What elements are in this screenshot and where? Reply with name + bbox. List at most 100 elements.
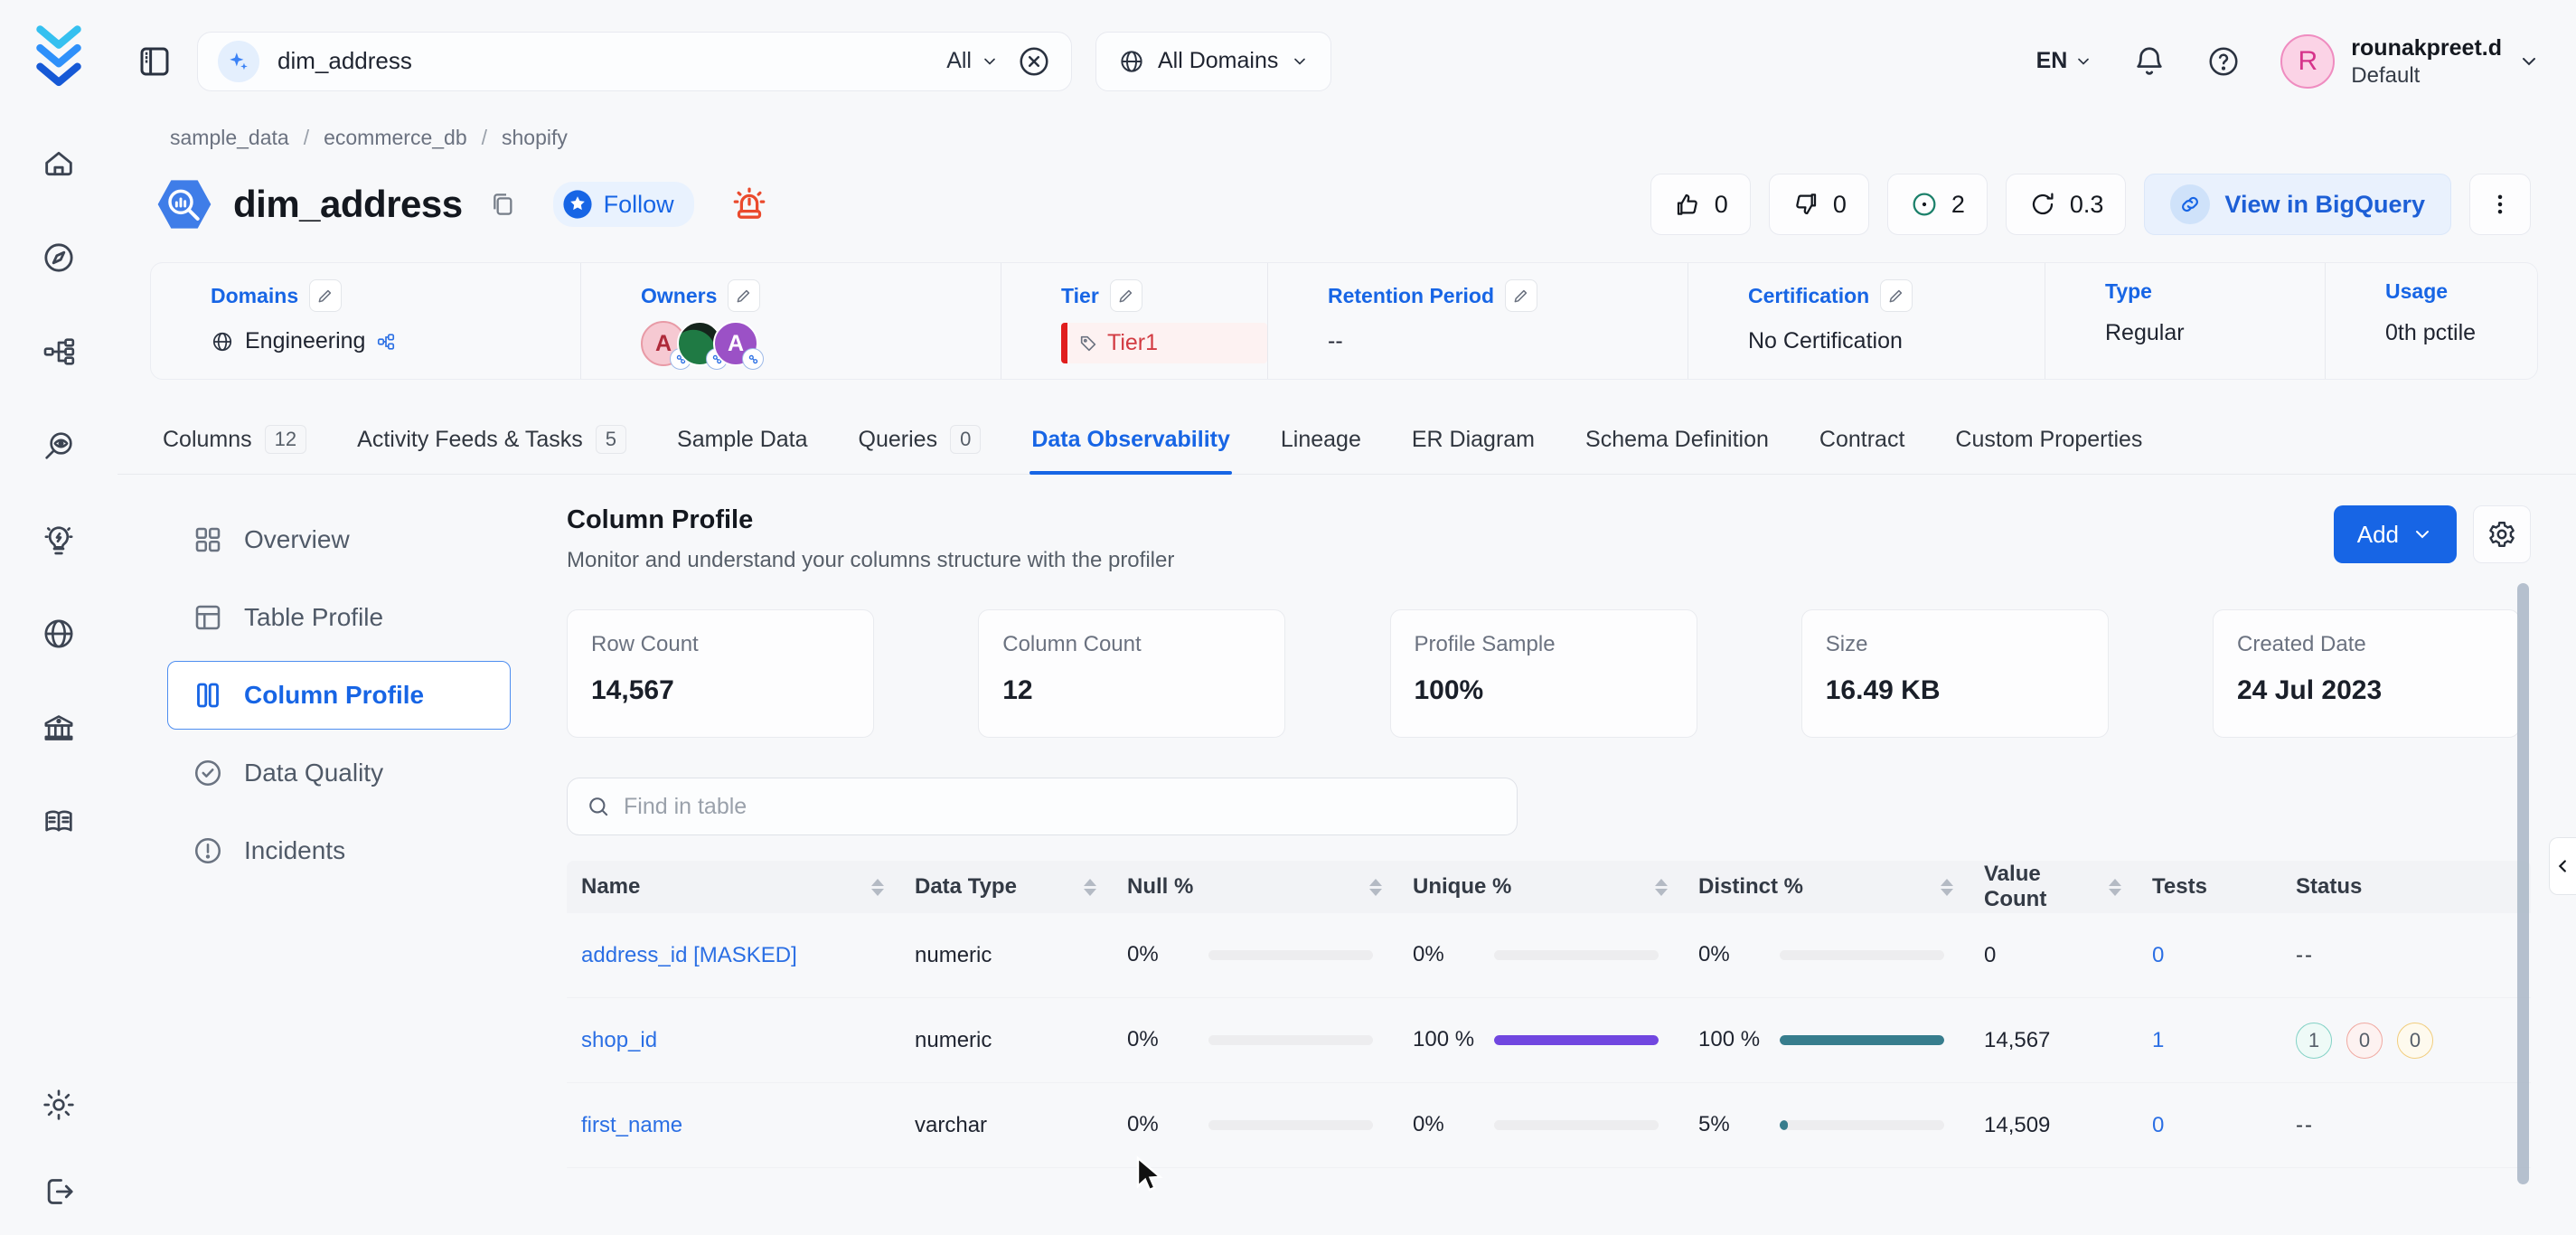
retention-value: --	[1328, 328, 1343, 354]
columns-icon	[192, 679, 224, 712]
watch-count-button[interactable]: 2	[1887, 174, 1988, 235]
metadata-usage: Usage 0th pctile	[2325, 263, 2537, 379]
owner-avatar[interactable]: A	[713, 321, 758, 366]
edit-domains-button[interactable]	[309, 279, 342, 312]
column-name-link[interactable]: first_name	[567, 1113, 907, 1138]
distinct-pct-value: 100 %	[1698, 1025, 1765, 1054]
user-menu[interactable]: R rounakpreet.d Default	[2280, 33, 2540, 89]
entity-metadata-bar: Domains Engineering Owners A	[150, 262, 2538, 380]
distinct-pct-bar	[1780, 950, 1944, 960]
tab-queries[interactable]: Queries0	[857, 420, 983, 474]
tab-lineage[interactable]: Lineage	[1279, 420, 1363, 474]
app-logo-icon[interactable]	[29, 20, 89, 100]
copy-name-icon[interactable]	[488, 190, 517, 219]
language-dropdown[interactable]: EN	[2036, 48, 2093, 74]
search-scope-dropdown[interactable]: All	[946, 48, 999, 74]
chevron-down-icon	[2411, 523, 2433, 545]
metadata-retention: Retention Period --	[1267, 263, 1688, 379]
tab-contract[interactable]: Contract	[1818, 420, 1906, 474]
subnav-overview[interactable]: Overview	[167, 505, 511, 574]
tab-custom-properties[interactable]: Custom Properties	[1953, 420, 2144, 474]
domain-value[interactable]: Engineering	[245, 328, 365, 354]
col-header-unique[interactable]: Unique %	[1406, 874, 1691, 900]
profiler-settings-button[interactable]	[2473, 505, 2531, 563]
thumbs-up-icon	[1673, 190, 1702, 219]
table-row: address_id [MASKED] numeric 0% 0% 0% 0 0…	[567, 913, 2531, 998]
settings-gear-icon[interactable]	[41, 1087, 77, 1123]
breadcrumb-schema[interactable]: shopify	[502, 126, 568, 150]
edit-retention-button[interactable]	[1505, 279, 1537, 312]
edit-tier-button[interactable]	[1110, 279, 1142, 312]
lineage-icon[interactable]	[41, 334, 77, 370]
breadcrumb-database[interactable]: ecommerce_db	[324, 126, 467, 150]
col-header-name[interactable]: Name	[567, 874, 907, 900]
unique-pct-bar	[1494, 1120, 1659, 1130]
alert-siren-icon[interactable]	[729, 184, 770, 225]
usage-label: Usage	[2385, 279, 2448, 304]
breadcrumb-service[interactable]: sample_data	[170, 126, 289, 150]
subnav-table-profile[interactable]: Table Profile	[167, 583, 511, 652]
tests-link[interactable]: 0	[2145, 943, 2289, 968]
metadata-domains: Domains Engineering	[151, 263, 580, 379]
certification-value: No Certification	[1748, 328, 1903, 354]
insights-icon[interactable]	[41, 522, 77, 558]
tab-columns[interactable]: Columns12	[161, 420, 308, 474]
quality-score-button[interactable]: 0.3	[2006, 174, 2127, 235]
subnav-incidents[interactable]: Incidents	[167, 816, 511, 885]
tab-er-diagram[interactable]: ER Diagram	[1410, 420, 1537, 474]
tab-data-observability[interactable]: Data Observability	[1029, 420, 1232, 474]
upvote-button[interactable]: 0	[1650, 174, 1751, 235]
search-input[interactable]	[277, 47, 928, 75]
null-pct-bar	[1208, 1035, 1373, 1045]
col-header-distinct[interactable]: Distinct %	[1691, 874, 1977, 900]
view-in-bigquery-button[interactable]: View in BigQuery	[2144, 174, 2451, 235]
pencil-icon	[316, 287, 334, 305]
column-profile-table: Name Data Type Null % Unique % Distinct …	[567, 861, 2531, 1168]
null-pct-value: 0%	[1127, 1110, 1194, 1139]
gear-icon	[2487, 519, 2517, 550]
find-in-table-search[interactable]	[567, 778, 1518, 835]
notifications-bell-icon[interactable]	[2132, 44, 2167, 79]
find-in-table-input[interactable]	[624, 794, 1499, 820]
domains-globe-icon[interactable]	[41, 616, 77, 652]
all-domains-dropdown[interactable]: All Domains	[1095, 32, 1331, 91]
tier-badge[interactable]: Tier1	[1061, 323, 1267, 363]
col-header-value-count[interactable]: Value Count	[1977, 862, 2145, 912]
tab-sample-data[interactable]: Sample Data	[675, 420, 810, 474]
add-button[interactable]: Add	[2334, 505, 2457, 563]
help-icon[interactable]	[2206, 44, 2241, 79]
subnav-data-quality[interactable]: Data Quality	[167, 739, 511, 807]
logout-icon[interactable]	[41, 1174, 77, 1210]
value-count: 14,509	[1977, 1113, 2145, 1138]
tests-link[interactable]: 0	[2145, 1113, 2289, 1138]
globe-icon	[1118, 48, 1145, 75]
clear-search-icon[interactable]	[1017, 44, 1051, 79]
tab-schema-definition[interactable]: Schema Definition	[1584, 420, 1771, 474]
observability-icon[interactable]	[41, 428, 77, 464]
metadata-tier: Tier Tier1	[1001, 263, 1267, 379]
star-icon	[562, 189, 593, 220]
home-icon[interactable]	[41, 146, 77, 182]
glossary-book-icon[interactable]	[41, 804, 77, 840]
downvote-button[interactable]: 0	[1769, 174, 1869, 235]
vertical-scrollbar[interactable]	[2517, 583, 2529, 1184]
subnav-column-profile[interactable]: Column Profile	[167, 661, 511, 730]
edit-certification-button[interactable]	[1880, 279, 1913, 312]
column-name-link[interactable]: shop_id	[567, 1028, 907, 1053]
pencil-icon	[1117, 287, 1135, 305]
edit-owners-button[interactable]	[728, 279, 760, 312]
tests-link[interactable]: 1	[2145, 1028, 2289, 1053]
follow-button[interactable]: Follow	[553, 182, 694, 227]
sidebar-toggle-icon[interactable]	[136, 42, 174, 80]
column-name-link[interactable]: address_id [MASKED]	[567, 943, 907, 968]
null-pct-bar	[1208, 1120, 1373, 1130]
col-header-data-type[interactable]: Data Type	[907, 874, 1120, 900]
more-actions-button[interactable]	[2469, 174, 2531, 235]
panel-resize-handle[interactable]	[2549, 837, 2576, 895]
table-row: first_name varchar 0% 0% 5% 14,509 0 --	[567, 1083, 2531, 1168]
explore-compass-icon[interactable]	[41, 240, 77, 276]
col-header-null[interactable]: Null %	[1120, 874, 1406, 900]
tab-activity-feeds[interactable]: Activity Feeds & Tasks5	[355, 420, 628, 474]
governance-bank-icon[interactable]	[41, 710, 77, 746]
global-search-bar[interactable]: All	[197, 32, 1072, 91]
